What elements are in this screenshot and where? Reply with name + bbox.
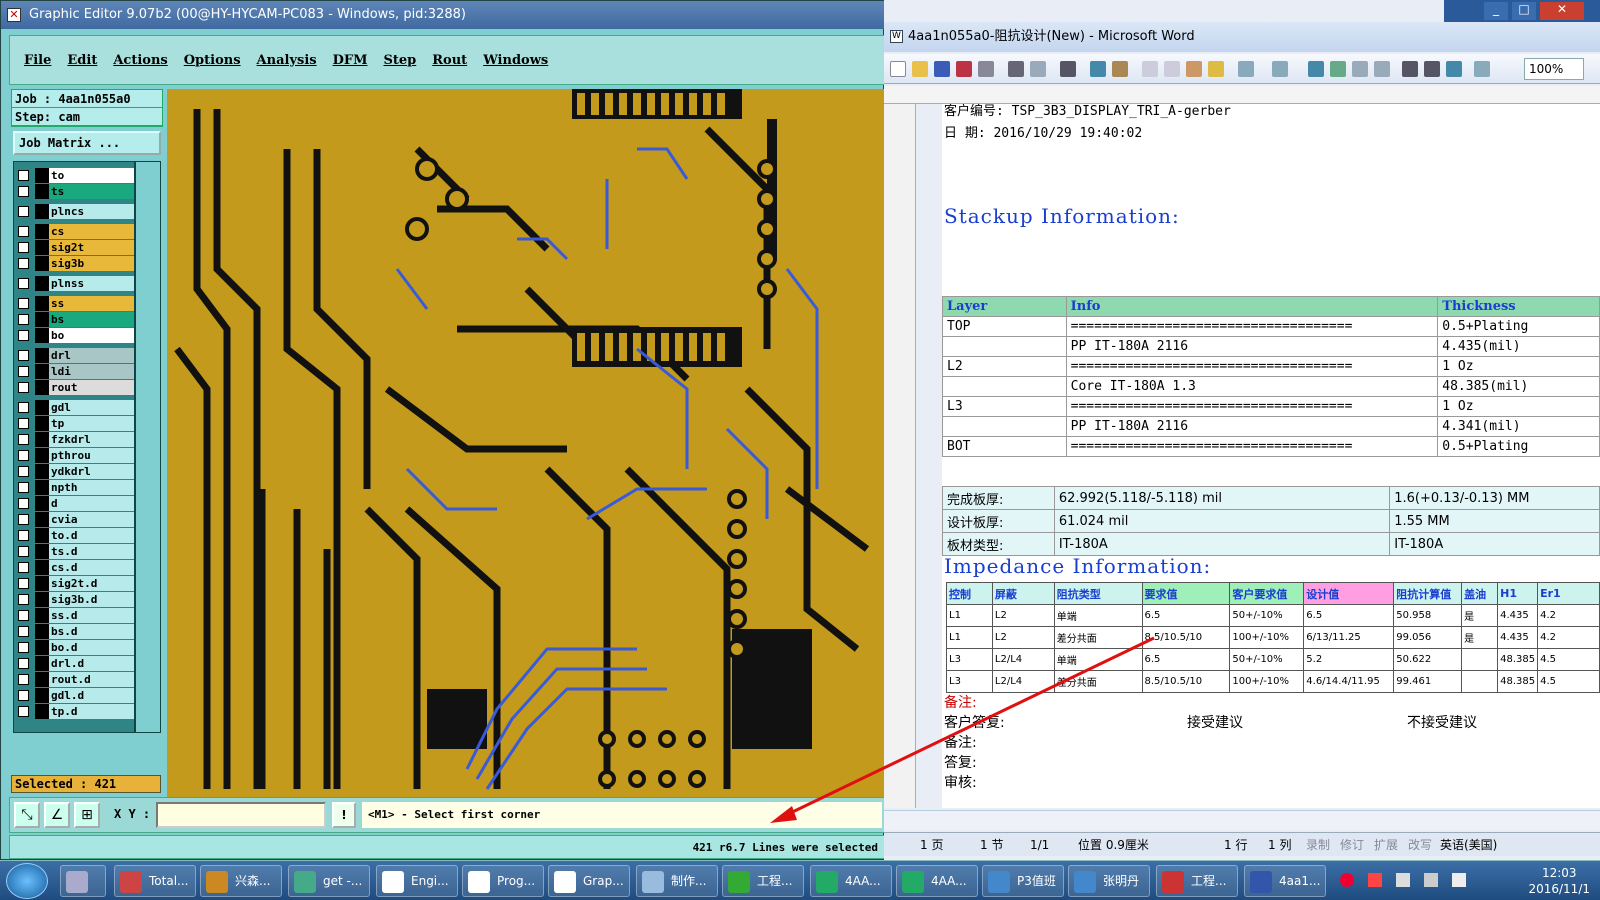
taskbar-item[interactable]: P3值班 xyxy=(982,865,1064,897)
taskbar-item[interactable]: 张明丹 xyxy=(1068,865,1150,897)
taskbar-item-label: 4AA... xyxy=(931,874,967,888)
start-button[interactable] xyxy=(6,863,48,899)
clock-date: 2016/11/1 xyxy=(1528,882,1590,896)
taskbar-item-label: Total... xyxy=(149,874,189,888)
taskbar-item[interactable]: 4aa1... xyxy=(1244,865,1326,897)
taskbar-item[interactable]: 兴森... xyxy=(200,865,282,897)
taskbar-item-label: 制作... xyxy=(671,874,707,888)
tray-volume-icon[interactable] xyxy=(1452,873,1466,887)
taskbar-app-icon xyxy=(988,871,1010,893)
tray-security-icon[interactable] xyxy=(1368,873,1382,887)
taskbar-app-icon xyxy=(382,871,404,893)
taskbar: 12:03 2016/11/1 Total... 兴森... get -... Eng… xyxy=(0,860,1600,900)
taskbar-item-label: 4aa1... xyxy=(1279,874,1321,888)
taskbar-item[interactable] xyxy=(60,865,106,897)
taskbar-item-label: get -... xyxy=(323,874,363,888)
taskbar-app-icon xyxy=(294,871,316,893)
taskbar-item[interactable]: 制作... xyxy=(636,865,718,897)
taskbar-item-label: Grap... xyxy=(583,874,624,888)
taskbar-app-icon xyxy=(1162,871,1184,893)
taskbar-item-label: Prog... xyxy=(497,874,536,888)
taskbar-item[interactable]: 4AA... xyxy=(896,865,978,897)
taskbar-app-icon xyxy=(120,871,142,893)
taskbar-app-icon xyxy=(66,871,88,893)
taskbar-item[interactable]: 工程... xyxy=(722,865,804,897)
taskbar-item[interactable]: Engi... xyxy=(376,865,458,897)
tray-app-icon[interactable] xyxy=(1340,873,1354,887)
taskbar-item[interactable]: 工程... xyxy=(1156,865,1238,897)
taskbar-item[interactable]: Total... xyxy=(114,865,196,897)
taskbar-item[interactable]: get -... xyxy=(288,865,370,897)
taskbar-app-icon xyxy=(728,871,750,893)
taskbar-app-icon xyxy=(554,871,576,893)
taskbar-item-label: 工程... xyxy=(1191,874,1227,888)
taskbar-app-icon xyxy=(902,871,924,893)
clock[interactable]: 12:03 2016/11/1 xyxy=(1528,865,1590,897)
taskbar-item[interactable]: Grap... xyxy=(548,865,630,897)
taskbar-item-label: P3值班 xyxy=(1017,874,1056,888)
taskbar-item-label: 工程... xyxy=(757,874,793,888)
tray-network-icon[interactable] xyxy=(1424,873,1438,887)
taskbar-item-label: 4AA... xyxy=(845,874,881,888)
taskbar-item-label: 兴森... xyxy=(235,874,271,888)
taskbar-item-label: Engi... xyxy=(411,874,449,888)
red-arrow-annotation xyxy=(770,636,1155,823)
tray-flag-icon[interactable] xyxy=(1396,873,1410,887)
system-tray xyxy=(1320,873,1500,889)
clock-time: 12:03 xyxy=(1541,866,1577,880)
taskbar-app-icon xyxy=(1074,871,1096,893)
taskbar-app-icon xyxy=(1250,871,1272,893)
taskbar-app-icon xyxy=(206,871,228,893)
taskbar-app-icon xyxy=(468,871,490,893)
taskbar-app-icon xyxy=(642,871,664,893)
taskbar-item[interactable]: Prog... xyxy=(462,865,544,897)
taskbar-item-label: 张明丹 xyxy=(1103,874,1140,888)
taskbar-item[interactable]: 4AA... xyxy=(810,865,892,897)
taskbar-app-icon xyxy=(816,871,838,893)
